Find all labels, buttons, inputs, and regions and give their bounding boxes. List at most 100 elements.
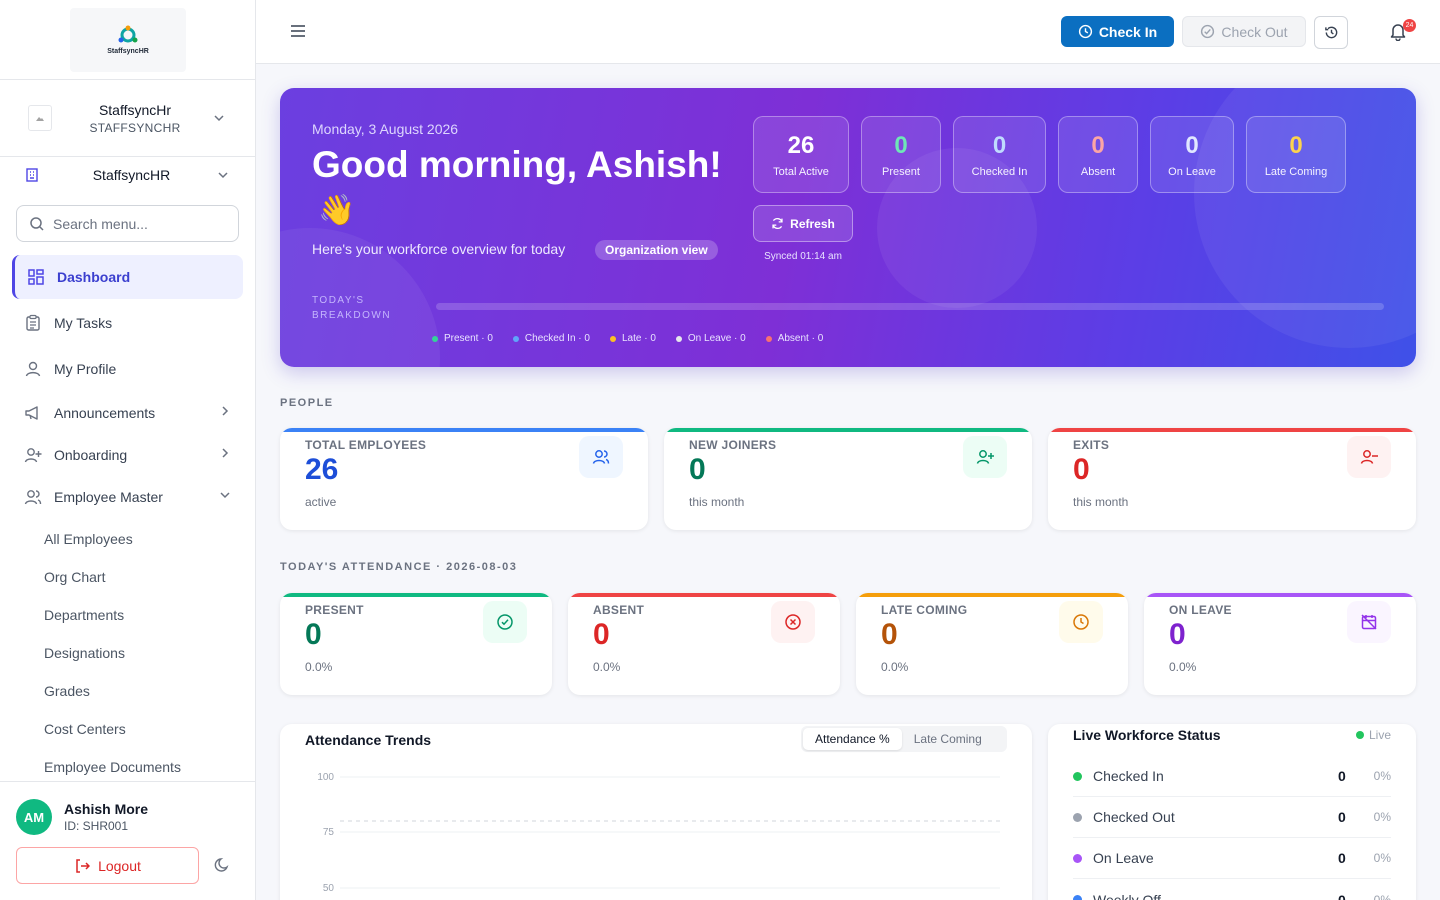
check-circle-icon: [497, 614, 513, 630]
row-percent: 0%: [1373, 810, 1391, 824]
status-dot: [1073, 895, 1082, 900]
stat-total-active: 26 Total Active: [753, 116, 849, 193]
card-new-joiners[interactable]: NEW JOINERS 0 this month: [664, 428, 1032, 530]
card-icon-box: [771, 601, 815, 643]
live-row-on-leave[interactable]: On Leave 0 0%: [1073, 838, 1391, 879]
nav-label: My Profile: [54, 361, 117, 377]
card-value: 0: [305, 618, 322, 651]
card-accent: [1048, 428, 1416, 432]
stat-on-leave: 0 On Leave: [1150, 116, 1234, 193]
y-tick-label: 50: [323, 883, 335, 894]
menu-toggle-icon[interactable]: [290, 24, 306, 38]
tab-late-coming[interactable]: Late Coming: [902, 728, 994, 750]
card-accent: [280, 428, 648, 432]
legend-label: Absent · 0: [777, 333, 824, 344]
section-people-label: PEOPLE: [280, 397, 334, 409]
legend-present: Present · 0: [432, 333, 493, 344]
nav-employee-master[interactable]: Employee Master: [12, 475, 243, 519]
building-icon: [26, 168, 38, 182]
stat-value: 0: [894, 131, 908, 159]
nav-label: Onboarding: [54, 447, 128, 463]
card-late-coming[interactable]: LATE COMING 0 0.0%: [856, 593, 1128, 695]
user-icon: [25, 361, 41, 377]
card-present[interactable]: PRESENT 0 0.0%: [280, 593, 552, 695]
chevron-right-icon: [222, 406, 229, 416]
nav-onboarding[interactable]: Onboarding: [12, 433, 243, 477]
avatar[interactable]: AM: [16, 799, 52, 835]
today-date: Monday, 3 August 2026: [312, 121, 459, 137]
nav-announcements[interactable]: Announcements: [12, 391, 243, 435]
stat-label: Total Active: [773, 165, 829, 178]
stat-value: 0: [992, 131, 1007, 159]
org-avatar: [28, 105, 52, 131]
legend-dot: [432, 335, 438, 342]
nav-sub-designations[interactable]: Designations: [44, 645, 125, 661]
synced-time: Synced 01:14 am: [764, 251, 842, 262]
legend-dot: [675, 335, 682, 342]
nav-sub-org-chart[interactable]: Org Chart: [44, 569, 105, 585]
nav-label: My Tasks: [54, 315, 113, 331]
nav-sub-all-employees[interactable]: All Employees: [44, 531, 133, 547]
welcome-banner: Monday, 3 August 2026 Good morning, Ashi…: [280, 88, 1416, 367]
card-icon-box: [963, 436, 1007, 478]
moon-icon[interactable]: [214, 857, 230, 873]
history-button[interactable]: [1314, 16, 1348, 49]
notification-badge: 24: [1403, 19, 1416, 32]
card-title: ON LEAVE: [1169, 603, 1232, 617]
stat-label: Absent: [1080, 165, 1116, 178]
card-title: PRESENT: [305, 603, 364, 617]
org-name: StaffsyncHr: [98, 102, 172, 118]
clipboard-icon: [26, 314, 40, 331]
history-icon: [1324, 26, 1337, 39]
nav-my-tasks[interactable]: My Tasks: [12, 301, 243, 345]
live-indicator: Live: [1355, 728, 1391, 742]
nav-sub-employee-documents[interactable]: Employee Documents: [44, 759, 181, 775]
company-logo[interactable]: StaffsyncHR: [70, 8, 186, 72]
company-selector[interactable]: StaffsyncHR: [0, 157, 255, 193]
grid-icon: [28, 269, 44, 285]
live-title: Live Workforce Status: [1073, 727, 1221, 743]
nav-dashboard[interactable]: Dashboard: [12, 255, 243, 299]
stat-label: Late Coming: [1264, 165, 1328, 178]
nav-my-profile[interactable]: My Profile: [12, 347, 243, 391]
card-icon-box: [1347, 436, 1391, 478]
stat-late-coming: 0 Late Coming: [1246, 116, 1346, 193]
refresh-button[interactable]: Refresh: [753, 205, 853, 242]
section-attendance-label: TODAY'S ATTENDANCE · 2026-08-03: [280, 561, 518, 573]
search-input[interactable]: [53, 215, 223, 232]
row-label: Weekly Off: [1093, 891, 1161, 900]
card-value: 26: [305, 453, 339, 486]
legend-dot: [512, 335, 519, 342]
nav-sub-cost-centers[interactable]: Cost Centers: [44, 721, 126, 737]
live-label: Live: [1368, 728, 1391, 742]
stat-label: On Leave: [1168, 165, 1216, 178]
check-in-button[interactable]: Check In: [1061, 16, 1174, 47]
row-percent: 0%: [1373, 892, 1391, 900]
user-plus-icon: [24, 448, 42, 463]
card-sub: 0.0%: [305, 660, 333, 674]
card-title: ABSENT: [593, 603, 645, 617]
live-row-weekly-off[interactable]: Weekly Off 0 0%: [1073, 879, 1391, 900]
card-on-leave[interactable]: ON LEAVE 0 0.0%: [1144, 593, 1416, 695]
tab-attendance-percent[interactable]: Attendance %: [803, 728, 902, 750]
logout-button[interactable]: Logout: [16, 847, 199, 884]
legend-absent: Absent · 0: [765, 333, 824, 344]
card-value: 0: [881, 618, 898, 651]
nav-sub-grades[interactable]: Grades: [44, 683, 90, 699]
sidebar: StaffsyncHR StaffsyncHr STAFFSYNCHR Staf…: [0, 0, 256, 900]
nav-sub-departments[interactable]: Departments: [44, 607, 124, 623]
org-switcher-chevron-icon[interactable]: [213, 112, 225, 124]
card-exits[interactable]: EXITS 0 this month: [1048, 428, 1416, 530]
stat-label: Present: [882, 165, 920, 178]
top-header: Check In Check Out 24: [256, 0, 1440, 64]
card-sub: 0.0%: [593, 660, 621, 674]
card-absent[interactable]: ABSENT 0 0.0%: [568, 593, 840, 695]
stat-absent: 0 Absent: [1058, 116, 1138, 193]
check-out-button[interactable]: Check Out: [1182, 16, 1306, 47]
live-row-checked-in[interactable]: Checked In 0 0%: [1073, 756, 1391, 797]
card-total-employees[interactable]: TOTAL EMPLOYEES 26 active: [280, 428, 648, 530]
card-accent: [664, 428, 1032, 432]
live-row-checked-out[interactable]: Checked Out 0 0%: [1073, 797, 1391, 838]
card-sub: 0.0%: [881, 660, 909, 674]
row-count: 0: [1338, 891, 1346, 900]
